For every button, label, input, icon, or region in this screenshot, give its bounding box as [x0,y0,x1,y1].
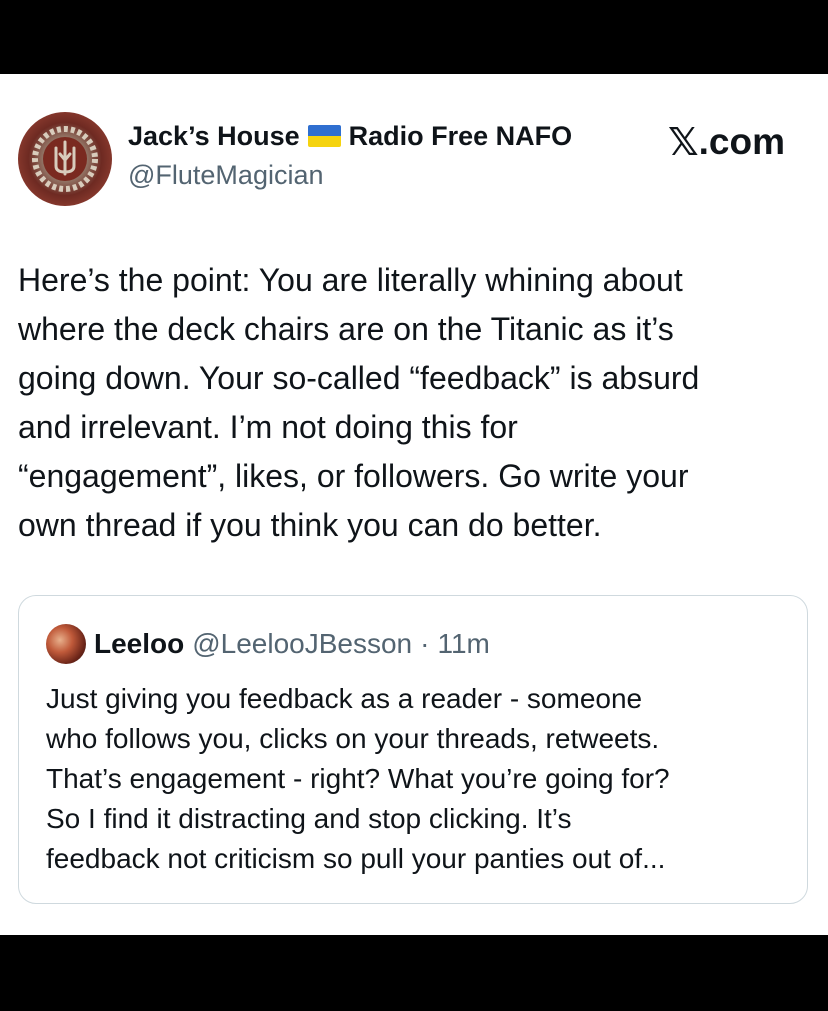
tweet-card: Jack’s House Radio Free NAFO @FluteMagic… [0,74,828,935]
quoted-tweet-text: Just giving you feedback as a reader - s… [46,683,670,874]
quoted-author-name[interactable]: Leeloo [94,628,184,660]
bottom-black-bar [0,935,828,1011]
author-display-name-suffix[interactable]: Radio Free NAFO [349,121,573,152]
author-name-row[interactable]: Jack’s House Radio Free NAFO [128,118,572,154]
tweet-text: Here’s the point: You are literally whin… [18,262,700,543]
quoted-author-handle[interactable]: @LeelooJBesson [192,628,412,660]
ukraine-flag-icon [307,125,341,147]
quoted-timestamp[interactable]: 11m [437,628,489,660]
quoted-tweet-header: Leeloo @LeelooJBesson · 11m [46,624,490,664]
author-display-name[interactable]: Jack’s House [128,121,300,152]
trident-emblem-icon [32,126,98,192]
x-com-suffix: .com [698,121,785,162]
author-handle[interactable]: @FluteMagician [128,160,324,191]
x-com-watermark: 𝕏 .com [668,120,785,164]
quoted-tweet[interactable]: Leeloo @LeelooJBesson · 11m Just giving … [18,595,808,904]
author-avatar[interactable] [18,112,112,206]
x-logo-icon: 𝕏 [668,120,699,164]
quoted-author-avatar[interactable] [46,624,86,664]
top-black-bar [0,0,828,74]
quoted-separator: · [420,628,430,659]
